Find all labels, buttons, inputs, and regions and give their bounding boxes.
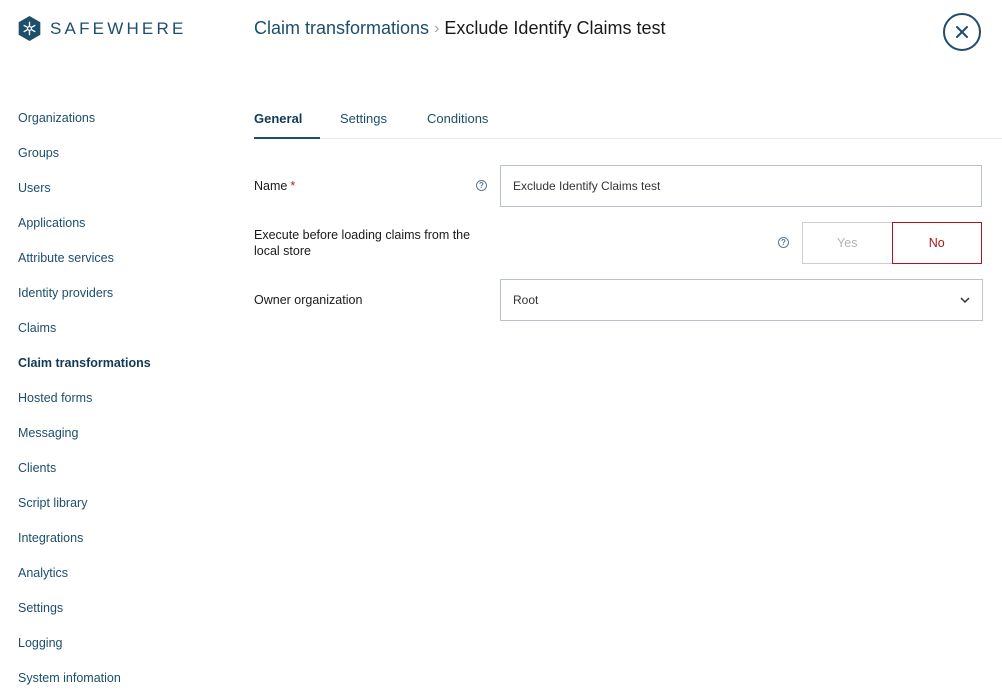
sidebar-item-identity-providers[interactable]: Identity providers — [18, 276, 218, 311]
sidebar-item-claim-transformations[interactable]: Claim transformations — [18, 346, 218, 381]
sidebar-item-attribute-services[interactable]: Attribute services — [18, 241, 218, 276]
sidebar-item-logging[interactable]: Logging — [18, 626, 218, 661]
help-icon[interactable]: ? — [476, 180, 487, 191]
name-input[interactable] — [500, 165, 982, 207]
execute-before-toggle: Yes No — [802, 222, 982, 264]
sidebar-item-applications[interactable]: Applications — [18, 206, 218, 241]
sidebar-nav: Organizations Groups Users Applications … — [18, 101, 218, 696]
owner-organization-select[interactable]: Root — [500, 279, 983, 321]
close-icon — [956, 26, 968, 38]
breadcrumb: Claim transformations › Exclude Identify… — [254, 18, 665, 39]
sidebar-item-messaging[interactable]: Messaging — [18, 416, 218, 451]
chevron-down-icon — [960, 297, 970, 303]
breadcrumb-separator: › — [434, 19, 440, 37]
sidebar-item-organizations[interactable]: Organizations — [18, 101, 218, 136]
brand-name: SAFEWHERE — [50, 18, 187, 38]
owner-organization-value: Root — [513, 293, 539, 307]
page-title: Exclude Identify Claims test — [444, 18, 666, 38]
tab-settings[interactable]: Settings — [340, 101, 387, 139]
sidebar-item-hosted-forms[interactable]: Hosted forms — [18, 381, 218, 416]
breadcrumb-parent-link[interactable]: Claim transformations — [254, 18, 429, 39]
sidebar-item-script-library[interactable]: Script library — [18, 486, 218, 521]
owner-organization-label: Owner organization — [254, 293, 363, 307]
required-mark: * — [290, 179, 296, 193]
sidebar-item-claims[interactable]: Claims — [18, 311, 218, 346]
close-button[interactable] — [943, 13, 981, 51]
sidebar-item-integrations[interactable]: Integrations — [18, 521, 218, 556]
sidebar-item-settings[interactable]: Settings — [18, 591, 218, 626]
tab-conditions[interactable]: Conditions — [427, 101, 488, 139]
toggle-yes-option[interactable]: Yes — [802, 222, 892, 264]
sidebar-item-clients[interactable]: Clients — [18, 451, 218, 486]
execute-before-label: Execute before loading claims from the l… — [254, 228, 471, 258]
toggle-no-option[interactable]: No — [891, 222, 982, 264]
sidebar-item-system-information[interactable]: System infomation — [18, 661, 218, 696]
help-icon[interactable]: ? — [778, 237, 789, 248]
name-label: Name * — [254, 178, 295, 194]
sidebar-item-analytics[interactable]: Analytics — [18, 556, 218, 591]
sidebar-item-users[interactable]: Users — [18, 171, 218, 206]
tab-general[interactable]: General — [254, 101, 320, 139]
sidebar-item-groups[interactable]: Groups — [18, 136, 218, 171]
name-label-text: Name — [254, 179, 288, 193]
tab-bar: General Settings Conditions — [254, 101, 1002, 139]
safewhere-logo-icon — [18, 16, 41, 41]
brand-logo: SAFEWHERE — [18, 16, 186, 41]
